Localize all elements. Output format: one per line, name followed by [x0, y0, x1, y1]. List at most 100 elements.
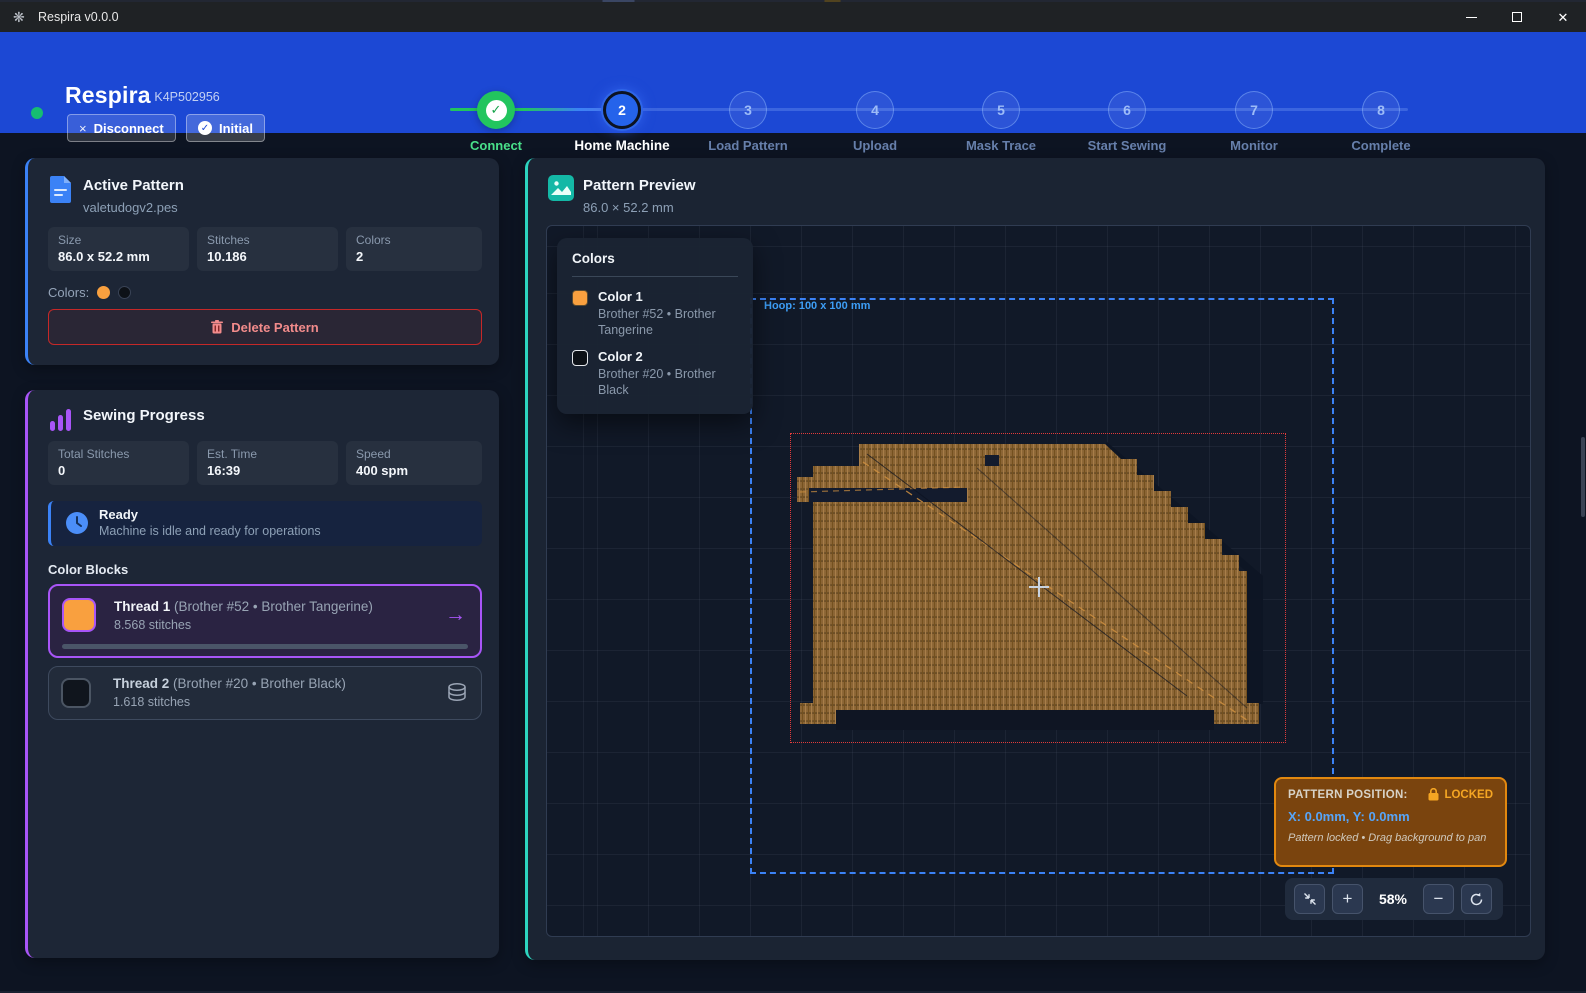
active-pattern-title: Active Pattern — [83, 177, 184, 194]
trash-icon — [211, 320, 223, 334]
pattern-preview-card: Pattern Preview 86.0 × 52.2 mm Hoop: 100… — [525, 158, 1545, 960]
active-pattern-filename: valetudogv2.pes — [83, 200, 178, 215]
stat-colors-label: Colors — [356, 233, 472, 247]
step-home-machine[interactable]: 2 Home Machine — [559, 91, 685, 153]
step-mask-trace[interactable]: 5 Mask Trace — [938, 91, 1064, 153]
legend-name-2: Color 2 — [598, 349, 738, 364]
minimize-icon — [1466, 17, 1477, 18]
window-edge-scrollbar[interactable] — [1581, 437, 1585, 517]
close-icon: ✕ — [1558, 11, 1569, 24]
disconnect-button[interactable]: × Disconnect — [67, 114, 176, 142]
status-description: Machine is idle and ready for operations — [99, 524, 321, 538]
check-icon: ✓ — [486, 100, 507, 121]
layers-icon — [447, 682, 467, 704]
delete-pattern-button[interactable]: Delete Pattern — [48, 309, 482, 345]
thread-2-block[interactable]: Thread 2 (Brother #20 • Brother Black) 1… — [48, 666, 482, 720]
stat-stitches-label: Stitches — [207, 233, 328, 247]
step-monitor[interactable]: 7 Monitor — [1191, 91, 1317, 153]
zoom-in-button[interactable]: + — [1332, 884, 1363, 914]
initial-button[interactable]: ✓ Initial — [186, 114, 265, 142]
zoom-out-button[interactable]: − — [1423, 884, 1454, 914]
stat-speed-value: 400 spm — [356, 463, 472, 478]
sewing-progress-card: Sewing Progress Total Stitches 0 Est. Ti… — [25, 390, 499, 958]
step-connect-label: Connect — [433, 138, 559, 153]
zoom-controls: + 58% − — [1285, 878, 1503, 920]
machine-status-box: Ready Machine is idle and ready for oper… — [48, 501, 482, 546]
stat-size: Size 86.0 x 52.2 mm — [48, 227, 189, 271]
step-monitor-circle: 7 — [1235, 91, 1273, 129]
step-load-pattern-label: Load Pattern — [685, 138, 811, 153]
thread-2-detail: (Brother #20 • Brother Black) — [173, 676, 346, 691]
legend-swatch-1 — [572, 290, 588, 306]
minimize-button[interactable] — [1448, 2, 1494, 32]
thread-2-swatch — [61, 678, 91, 708]
step-complete-circle: 8 — [1362, 91, 1400, 129]
step-load-pattern[interactable]: 3 Load Pattern — [685, 91, 811, 153]
window-controls: ✕ — [1448, 2, 1586, 32]
step-home-machine-circle: 2 — [603, 91, 641, 129]
preview-canvas[interactable]: Hoop: 100 x 100 mm — [546, 225, 1531, 937]
legend-item-color-1: Color 1 Brother #52 • Brother Tangerine — [572, 289, 738, 338]
legend-brand-2: Brother #20 • Brother Black — [598, 367, 738, 398]
refresh-icon — [1469, 892, 1484, 907]
status-title: Ready — [99, 507, 138, 522]
connection-status-dot — [31, 107, 43, 119]
stat-est-time-label: Est. Time — [207, 447, 328, 461]
thread-1-progress — [62, 644, 468, 649]
step-upload[interactable]: 4 Upload — [812, 91, 938, 153]
stat-est-time: Est. Time 16:39 — [197, 441, 338, 485]
preview-dimensions: 86.0 × 52.2 mm — [583, 200, 674, 215]
thread-1-block[interactable]: Thread 1 (Brother #52 • Brother Tangerin… — [48, 584, 482, 658]
plus-icon: + — [1343, 889, 1353, 909]
stat-total-stitches-label: Total Stitches — [58, 447, 179, 461]
minus-icon: − — [1434, 889, 1444, 909]
thread-2-name-bold: Thread 2 — [113, 676, 169, 691]
step-load-pattern-circle: 3 — [729, 91, 767, 129]
step-start-sewing[interactable]: 6 Start Sewing — [1064, 91, 1190, 153]
step-monitor-label: Monitor — [1191, 138, 1317, 153]
app-window: ❋ Respira v0.0.0 ✕ Respira •K4P502956 × … — [0, 0, 1586, 993]
stat-est-time-value: 16:39 — [207, 463, 328, 478]
brand-title: Respira — [65, 82, 151, 109]
window-title: Respira v0.0.0 — [38, 10, 119, 24]
zoom-level: 58% — [1370, 891, 1416, 907]
maximize-icon — [1512, 12, 1522, 22]
thread-1-stitches: 8.568 stitches — [114, 618, 191, 632]
arrow-right-icon: → — [445, 603, 466, 627]
position-coordinates: X: 0.0mm, Y: 0.0mm — [1288, 809, 1493, 824]
legend-brand-1: Brother #52 • Brother Tangerine — [598, 307, 738, 338]
step-complete[interactable]: 8 Complete — [1318, 91, 1444, 153]
thread-1-name-bold: Thread 1 — [114, 599, 170, 614]
stat-stitches: Stitches 10.186 — [197, 227, 338, 271]
machine-serial: •K4P502956 — [145, 90, 220, 104]
preview-title: Pattern Preview — [583, 177, 696, 194]
step-home-machine-label: Home Machine — [559, 138, 685, 153]
maximize-button[interactable] — [1494, 2, 1540, 32]
active-pattern-card: Active Pattern valetudogv2.pes Size 86.0… — [25, 158, 499, 365]
step-complete-label: Complete — [1318, 138, 1444, 153]
legend-divider — [572, 276, 738, 277]
close-button[interactable]: ✕ — [1540, 2, 1586, 32]
stat-colors: Colors 2 — [346, 227, 482, 271]
reset-view-button[interactable] — [1461, 884, 1492, 914]
step-connect[interactable]: ✓ Connect — [433, 91, 559, 153]
serial-value: K4P502956 — [154, 90, 219, 104]
stat-total-stitches: Total Stitches 0 — [48, 441, 189, 485]
color-blocks-heading: Color Blocks — [48, 562, 128, 577]
stat-speed-label: Speed — [356, 447, 472, 461]
bar-chart-icon — [48, 407, 74, 433]
legend-name-1: Color 1 — [598, 289, 738, 304]
image-icon — [548, 175, 574, 201]
app-icon: ❋ — [13, 10, 28, 25]
legend-item-color-2: Color 2 Brother #20 • Brother Black — [572, 349, 738, 398]
fit-view-button[interactable] — [1294, 884, 1325, 914]
step-start-sewing-label: Start Sewing — [1064, 138, 1190, 153]
pattern-position-overlay: PATTERN POSITION: LOCKED X: 0.0mm, Y: 0.… — [1274, 777, 1507, 867]
pattern-colors-row: Colors: — [48, 285, 131, 300]
clock-icon — [66, 512, 88, 534]
locked-badge: LOCKED — [1428, 788, 1493, 801]
stat-size-value: 86.0 x 52.2 mm — [58, 249, 179, 264]
titlebar: ❋ Respira v0.0.0 ✕ — [0, 2, 1586, 32]
stat-total-stitches-value: 0 — [58, 463, 179, 478]
stat-speed: Speed 400 spm — [346, 441, 482, 485]
